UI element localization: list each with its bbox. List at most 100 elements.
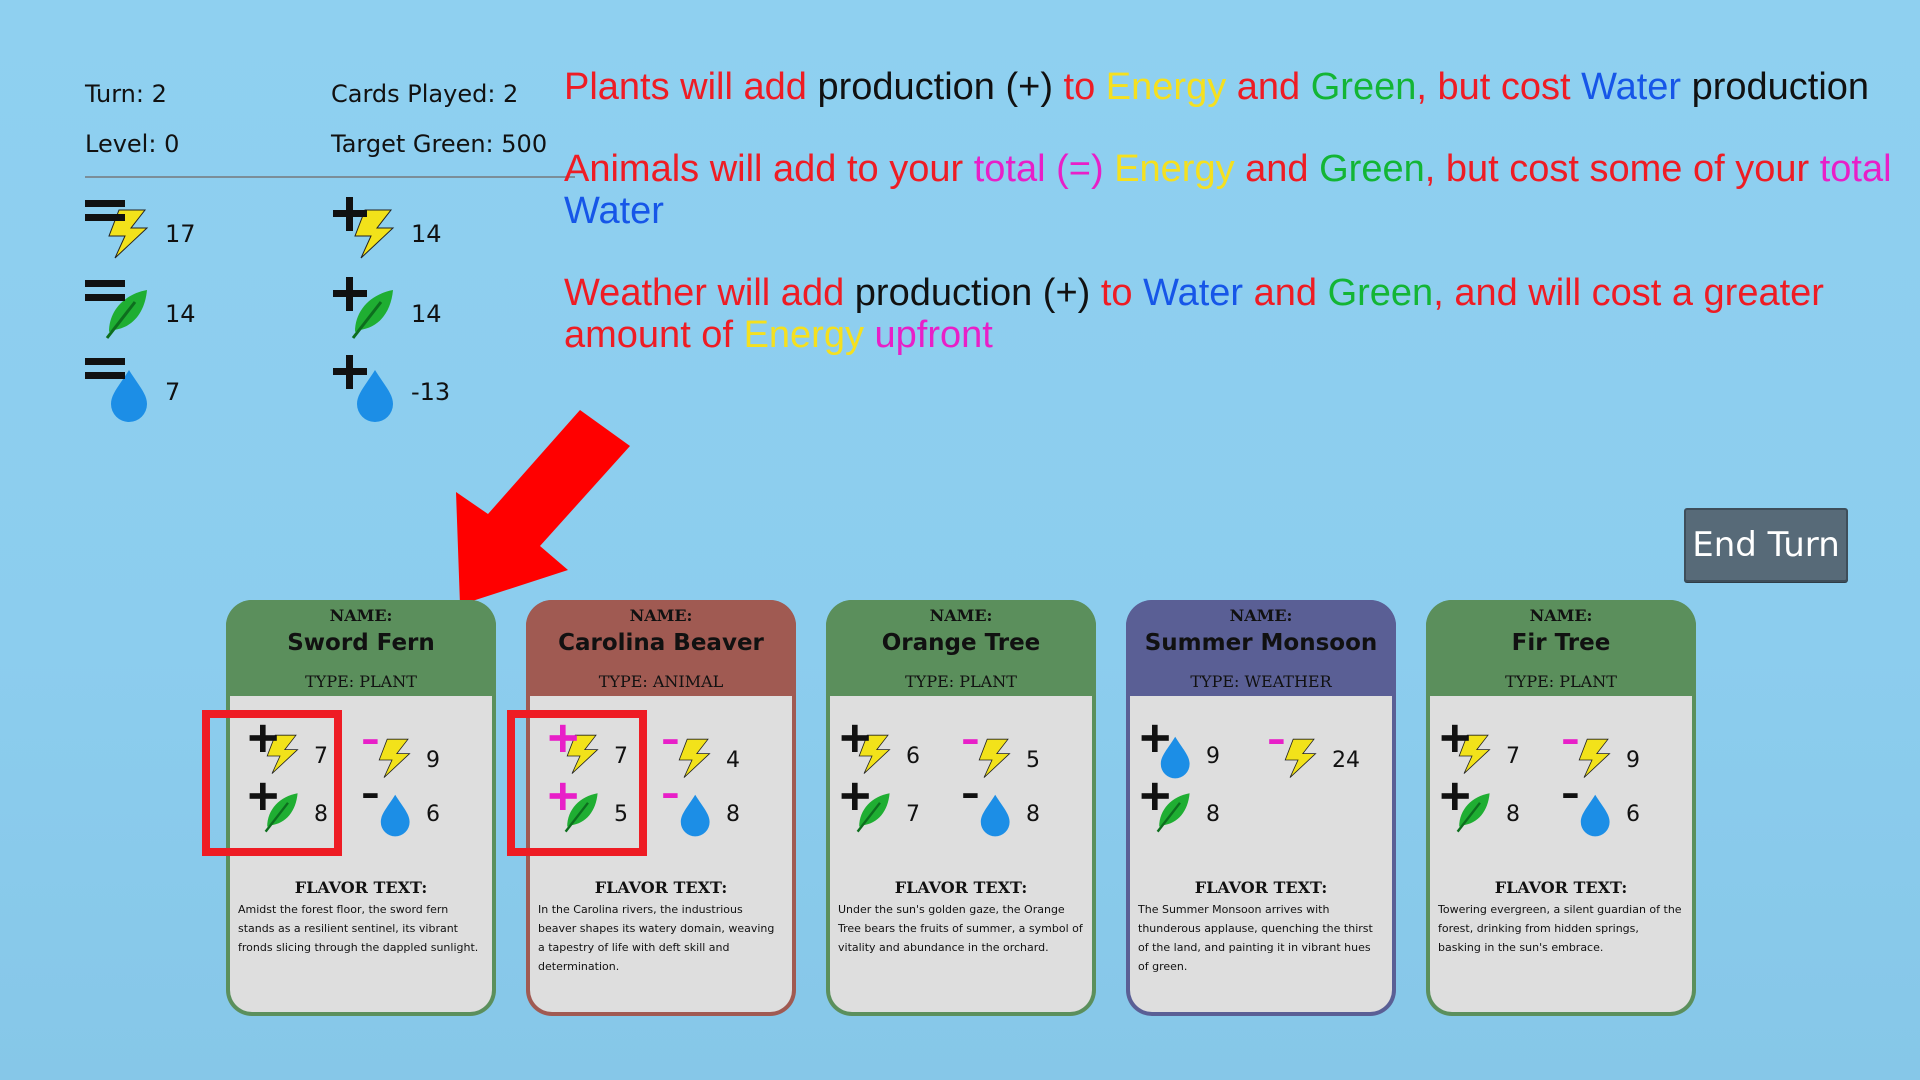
flavor-text: In the Carolina rivers, the industrious … [538, 903, 775, 973]
green-production-value: 14 [411, 300, 442, 328]
plus-green-icon [1441, 782, 1491, 833]
card-name-label: NAME: [929, 606, 993, 625]
tutorial-arrow [456, 410, 630, 605]
target-green-label: Target Green: 500 [331, 130, 548, 158]
card-type: TYPE: WEATHER [1190, 672, 1332, 691]
card-name-label: NAME: [1529, 606, 1593, 625]
highlight-box [202, 710, 342, 856]
green-total-value: 14 [165, 300, 196, 328]
card-stat: 9 [1140, 724, 1250, 784]
card-stat-value: 4 [726, 748, 740, 773]
energy-production: 14 [331, 196, 531, 266]
green-total: 14 [85, 276, 285, 346]
card-name: Summer Monsoon [1144, 630, 1378, 656]
plus-water-icon [1141, 724, 1190, 779]
card-stat-value: 8 [1206, 802, 1220, 827]
flavor-label: FLAVOR TEXT: [1194, 878, 1328, 897]
card-stat-value: 24 [1332, 748, 1360, 773]
flavor-label: FLAVOR TEXT: [594, 878, 728, 897]
card-stat: 8 [1140, 782, 1250, 842]
equals-energy-icon [85, 200, 148, 259]
minus-energy-icon [1269, 738, 1316, 778]
plus-energy-icon [841, 724, 890, 774]
card-stat: 9 [1560, 728, 1670, 788]
card-stat-value: 9 [426, 748, 440, 773]
flavor-label: FLAVOR TEXT: [894, 878, 1028, 897]
card-stat: 5 [960, 728, 1070, 788]
card-stat: 6 [360, 782, 470, 842]
card-name-label: NAME: [629, 606, 693, 625]
flavor-text: Amidst the forest floor, the sword fern … [238, 903, 479, 954]
flavor-text: The Summer Monsoon arrives with thundero… [1138, 903, 1373, 973]
minus-water-icon [1563, 793, 1610, 837]
card-summer-monsoon[interactable]: NAME: Summer Monsoon TYPE: WEATHER 9 8 24 FLAV… [1126, 600, 1396, 1016]
weather-rule: Weather will add production (+) to Water… [564, 272, 1824, 356]
card-header: NAME: Orange Tree TYPE: PLANT [826, 600, 1096, 696]
rules-text: Plants will add production (+) to Energy… [564, 66, 1904, 396]
turn-label: Turn: 2 [85, 80, 167, 108]
card-stat: 7 [840, 782, 950, 842]
animal-rule: Animals will add to your total (=) Energ… [564, 148, 1892, 232]
card-type: TYPE: PLANT [905, 672, 1017, 691]
card-stat: 6 [1560, 782, 1670, 842]
card-stat: 6 [840, 724, 950, 784]
card-stat-value: 9 [1626, 748, 1640, 773]
flavor-label: FLAVOR TEXT: [294, 878, 428, 897]
card-stat-value: 8 [1506, 802, 1520, 827]
plus-energy-icon [333, 197, 394, 259]
minus-water-icon [363, 793, 410, 837]
card-name: Sword Fern [287, 630, 435, 656]
plus-green-icon [1141, 782, 1191, 833]
card-stat-value: 7 [906, 802, 920, 827]
green-production: 14 [331, 276, 531, 346]
card-name-label: NAME: [329, 606, 393, 625]
card-header: NAME: Summer Monsoon TYPE: WEATHER [1126, 600, 1396, 696]
card-stat-value: 5 [1026, 748, 1040, 773]
minus-water-icon [963, 793, 1010, 837]
card-stat-value: 9 [1206, 744, 1220, 769]
card-name: Carolina Beaver [558, 630, 764, 656]
flavor-text: Towering evergreen, a silent guardian of… [1438, 903, 1682, 954]
card-stat-value: 6 [1626, 802, 1640, 827]
card-type: TYPE: PLANT [1505, 672, 1617, 691]
card-fir-tree[interactable]: NAME: Fir Tree TYPE: PLANT 7 8 9 6 FLAVOR TEXT:… [1426, 600, 1696, 1016]
flavor-text: Under the sun's golden gaze, the Orange … [838, 903, 1083, 954]
card-name-label: NAME: [1229, 606, 1293, 625]
card-header: NAME: Carolina Beaver TYPE: ANIMAL [526, 600, 796, 696]
end-turn-button[interactable]: End Turn [1684, 508, 1848, 582]
divider [85, 176, 575, 178]
card-stat: 9 [360, 728, 470, 788]
card-stat-value: 7 [1506, 744, 1520, 769]
equals-green-icon [85, 280, 149, 340]
energy-production-value: 14 [411, 220, 442, 248]
water-total-value: 7 [165, 378, 181, 406]
card-stat: 8 [1440, 782, 1550, 842]
minus-energy-icon [363, 738, 411, 778]
plus-water-icon [333, 355, 393, 422]
water-production-value: -13 [411, 378, 451, 406]
energy-total-value: 17 [165, 220, 196, 248]
card-stat-value: 8 [726, 802, 740, 827]
minus-energy-icon [963, 738, 1010, 778]
card-stat: 7 [1440, 724, 1550, 784]
card-type: TYPE: ANIMAL [598, 672, 724, 691]
card-header: NAME: Fir Tree TYPE: PLANT [1426, 600, 1696, 696]
water-total: 7 [85, 354, 285, 424]
card-stat-value: 8 [1026, 802, 1040, 827]
card-stat: 8 [660, 782, 770, 842]
highlight-box [507, 710, 647, 856]
card-type: TYPE: PLANT [305, 672, 417, 691]
card-orange-tree[interactable]: NAME: Orange Tree TYPE: PLANT 6 7 5 8 FLAVOR TE… [826, 600, 1096, 1016]
plus-green-icon [841, 782, 891, 833]
minus-water-icon [663, 793, 710, 837]
plus-green-icon [333, 277, 395, 340]
minus-energy-icon [663, 738, 710, 778]
equals-water-icon [85, 358, 147, 422]
card-stat: 8 [960, 782, 1070, 842]
plant-rule: Plants will add production (+) to Energy… [564, 66, 1870, 108]
card-stat-value: 6 [906, 744, 920, 769]
card-name: Orange Tree [881, 630, 1041, 656]
card-stat-value: 6 [426, 802, 440, 827]
energy-total: 17 [85, 196, 285, 266]
minus-energy-icon [1563, 738, 1610, 778]
